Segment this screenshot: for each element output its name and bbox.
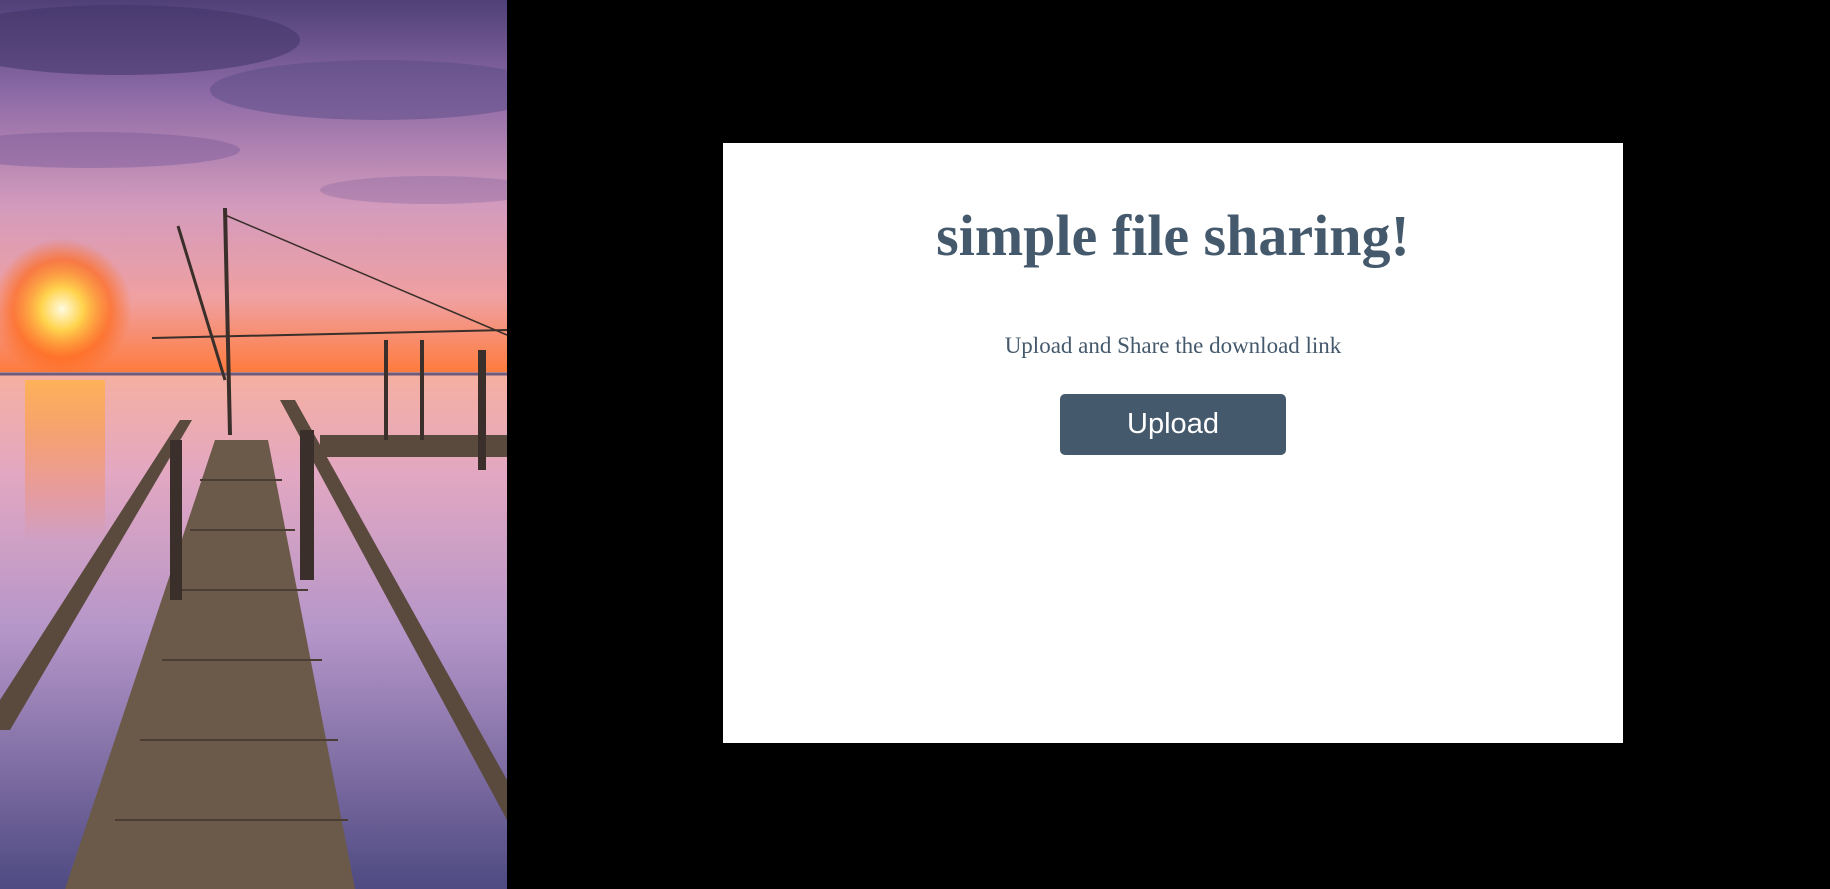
- page-subtitle: Upload and Share the download link: [1004, 332, 1342, 358]
- upload-button[interactable]: Upload: [1060, 393, 1286, 455]
- sunset-pier-photo: [0, 0, 507, 889]
- hero-image: [0, 0, 507, 889]
- upload-card: simple file sharing! Upload and Share th…: [723, 143, 1623, 743]
- page: simple file sharing! Upload and Share th…: [0, 0, 1830, 889]
- page-title: simple file sharing!: [936, 203, 1410, 268]
